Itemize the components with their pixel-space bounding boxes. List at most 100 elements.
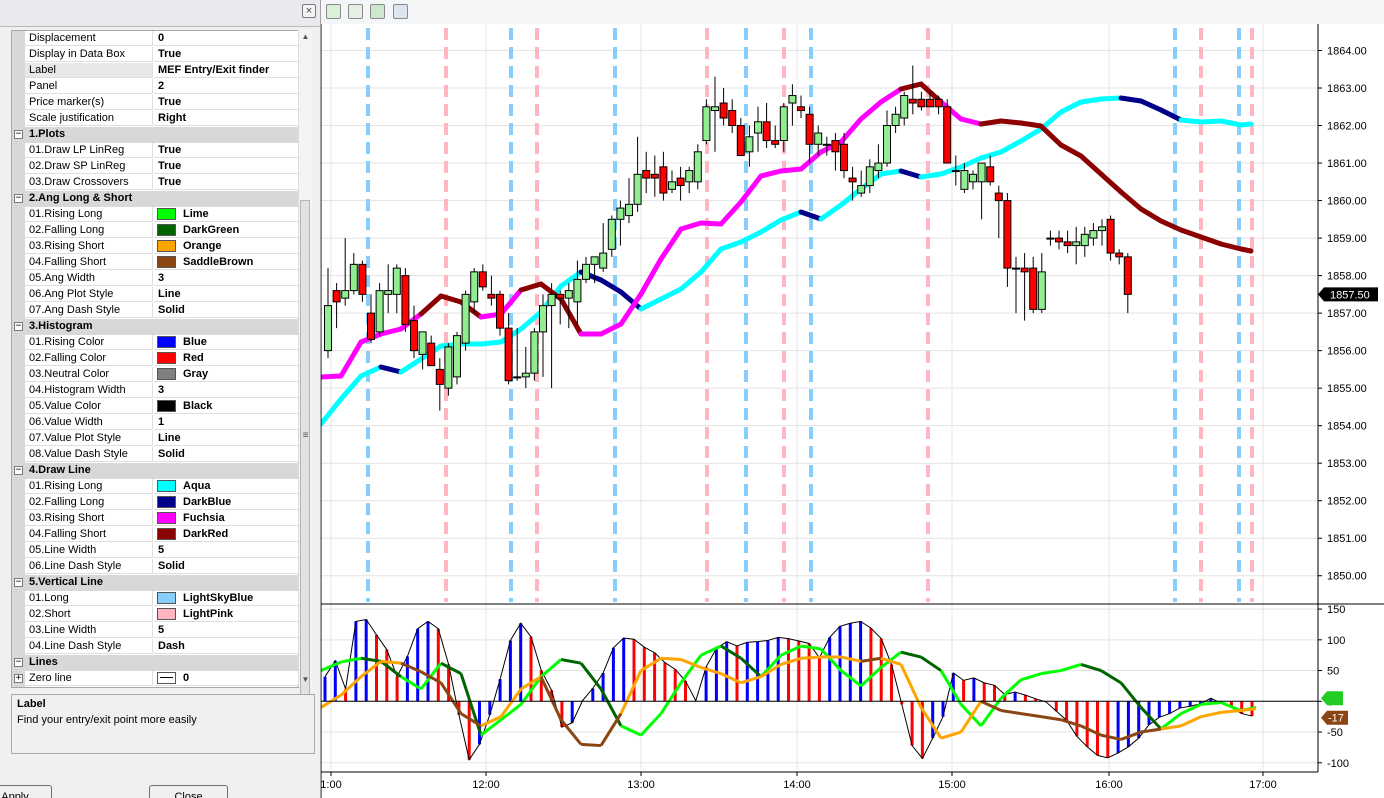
- collapse-icon[interactable]: −: [14, 322, 23, 331]
- property-row[interactable]: 05.Ang Width 3: [12, 271, 298, 287]
- property-value[interactable]: 5: [154, 543, 298, 558]
- property-row[interactable]: 01.Rising Long Lime: [12, 207, 298, 223]
- property-row[interactable]: 02.Falling Color Red: [12, 351, 298, 367]
- collapse-icon[interactable]: −: [14, 658, 23, 667]
- category-row[interactable]: −4.Draw Line: [12, 463, 298, 479]
- property-row[interactable]: Display in Data Box True: [12, 47, 298, 63]
- property-row[interactable]: + Zero line 0: [12, 671, 298, 687]
- property-value[interactable]: Red: [154, 351, 298, 366]
- property-row[interactable]: 01.Draw LP LinReg True: [12, 143, 298, 159]
- property-row[interactable]: 01.Rising Long Aqua: [12, 479, 298, 495]
- property-row[interactable]: 03.Line Width 5: [12, 623, 298, 639]
- property-value[interactable]: Aqua: [154, 479, 298, 494]
- property-value[interactable]: 3: [154, 383, 298, 398]
- scroll-up-icon[interactable]: ▲: [300, 31, 311, 42]
- category-row[interactable]: −2.Ang Long & Short: [12, 191, 298, 207]
- expand-icon[interactable]: +: [14, 674, 23, 683]
- category-row[interactable]: −1.Plots: [12, 127, 298, 143]
- property-value[interactable]: 3: [154, 271, 298, 286]
- scroll-thumb[interactable]: [300, 200, 310, 700]
- property-row[interactable]: Label MEF Entry/Exit finder: [12, 63, 298, 79]
- panel-icon[interactable]: [393, 4, 408, 19]
- property-value[interactable]: True: [154, 143, 298, 158]
- price-chart[interactable]: 1864.00 1863.00 1862.00 1861.00 1860.00 1859.…: [321, 24, 1384, 798]
- property-value[interactable]: True: [154, 95, 298, 110]
- collapse-icon[interactable]: −: [14, 466, 23, 475]
- property-value[interactable]: DarkGreen: [154, 223, 298, 238]
- property-row[interactable]: 07.Ang Dash Style Solid: [12, 303, 298, 319]
- property-row[interactable]: 04.Line Dash Style Dash: [12, 639, 298, 655]
- property-row[interactable]: 05.Value Color Black: [12, 399, 298, 415]
- property-row[interactable]: 04.Histogram Width 3: [12, 383, 298, 399]
- property-value[interactable]: Line: [154, 431, 298, 446]
- property-value[interactable]: Line: [154, 287, 298, 302]
- property-row[interactable]: 05.Line Width 5: [12, 543, 298, 559]
- property-row[interactable]: Scale justification Right: [12, 111, 298, 127]
- category-row[interactable]: − Lines: [12, 655, 298, 671]
- property-value[interactable]: DarkBlue: [154, 495, 298, 510]
- property-row[interactable]: 04.Falling Short SaddleBrown: [12, 255, 298, 271]
- property-value[interactable]: True: [154, 175, 298, 190]
- property-value[interactable]: 2: [154, 79, 298, 94]
- property-value[interactable]: LightPink: [154, 607, 298, 622]
- property-value[interactable]: Solid: [154, 559, 298, 574]
- property-row[interactable]: 03.Draw Crossovers True: [12, 175, 298, 191]
- property-row[interactable]: 07.Value Plot Style Line: [12, 431, 298, 447]
- property-row[interactable]: Displacement 0: [12, 31, 298, 47]
- property-row[interactable]: 03.Neutral Color Gray: [12, 367, 298, 383]
- close-button[interactable]: Close: [149, 785, 228, 798]
- property-value[interactable]: Orange: [154, 239, 298, 254]
- property-value[interactable]: Fuchsia: [154, 511, 298, 526]
- property-value[interactable]: True: [154, 47, 298, 62]
- osc-ang-marker-label: -17: [1328, 713, 1344, 725]
- property-value[interactable]: Solid: [154, 447, 298, 462]
- property-value[interactable]: Black: [154, 399, 298, 414]
- property-value[interactable]: 5: [154, 623, 298, 638]
- property-name: 02.Short: [25, 607, 153, 622]
- property-scrollbar[interactable]: ▲ ≡ ▼: [298, 30, 312, 700]
- property-value[interactable]: 1: [154, 415, 298, 430]
- candles-icon[interactable]: [326, 4, 341, 19]
- property-row[interactable]: 02.Falling Long DarkBlue: [12, 495, 298, 511]
- property-value[interactable]: Dash: [154, 639, 298, 654]
- property-row[interactable]: 01.Long LightSkyBlue: [12, 591, 298, 607]
- line-chart-icon[interactable]: [348, 4, 363, 19]
- property-value[interactable]: Solid: [154, 303, 298, 318]
- property-value[interactable]: MEF Entry/Exit finder: [154, 63, 298, 78]
- property-row[interactable]: 06.Value Width 1: [12, 415, 298, 431]
- property-value[interactable]: Lime: [154, 207, 298, 222]
- category-row[interactable]: −5.Vertical Line: [12, 575, 298, 591]
- property-row[interactable]: 02.Falling Long DarkGreen: [12, 223, 298, 239]
- property-value[interactable]: Gray: [154, 367, 298, 382]
- property-name: 02.Draw SP LinReg: [25, 159, 153, 174]
- property-row[interactable]: 02.Short LightPink: [12, 607, 298, 623]
- collapse-icon[interactable]: −: [14, 194, 23, 203]
- property-row[interactable]: 01.Rising Color Blue: [12, 335, 298, 351]
- category-row[interactable]: −3.Histogram: [12, 319, 298, 335]
- candle-body: [1106, 218, 1115, 254]
- property-value[interactable]: 0: [154, 31, 298, 46]
- property-value[interactable]: 0: [154, 671, 298, 686]
- close-icon[interactable]: ×: [302, 4, 316, 18]
- property-row[interactable]: 04.Falling Short DarkRed: [12, 527, 298, 543]
- property-row[interactable]: Panel 2: [12, 79, 298, 95]
- collapse-icon[interactable]: −: [14, 578, 23, 587]
- property-value[interactable]: True: [154, 159, 298, 174]
- property-row[interactable]: 06.Line Dash Style Solid: [12, 559, 298, 575]
- apply-button[interactable]: Apply: [0, 785, 52, 798]
- dollar-icon[interactable]: [370, 4, 385, 19]
- property-value[interactable]: SaddleBrown: [154, 255, 298, 270]
- property-row[interactable]: 06.Ang Plot Style Line: [12, 287, 298, 303]
- property-row[interactable]: 02.Draw SP LinReg True: [12, 159, 298, 175]
- property-value[interactable]: DarkRed: [154, 527, 298, 542]
- property-value[interactable]: LightSkyBlue: [154, 591, 298, 606]
- property-value-text: Blue: [183, 336, 207, 348]
- property-row[interactable]: Price marker(s) True: [12, 95, 298, 111]
- collapse-icon[interactable]: −: [14, 130, 23, 139]
- property-row[interactable]: 03.Rising Short Fuchsia: [12, 511, 298, 527]
- property-row[interactable]: 03.Rising Short Orange: [12, 239, 298, 255]
- scroll-down-icon[interactable]: ▼: [300, 674, 311, 685]
- property-value[interactable]: Right: [154, 111, 298, 126]
- property-row[interactable]: 08.Value Dash Style Solid: [12, 447, 298, 463]
- property-value[interactable]: Blue: [154, 335, 298, 350]
